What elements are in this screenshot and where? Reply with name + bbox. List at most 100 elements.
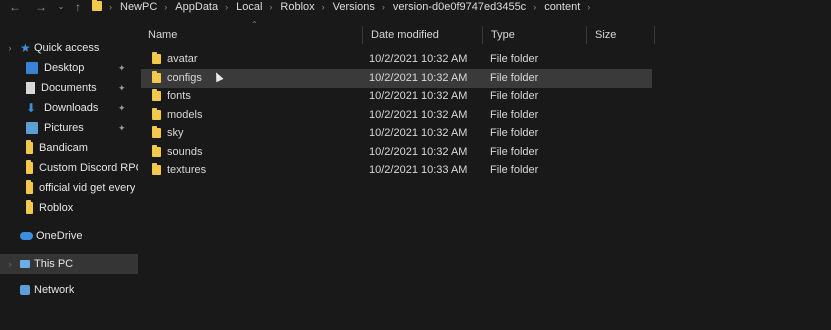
breadcrumb-separator-icon[interactable]: › [582,2,596,12]
folder-icon [152,126,161,138]
file-row[interactable]: models 10/2/2021 10:32 AM File folder [141,106,652,125]
file-date-modified: 10/2/2021 10:32 AM [369,53,468,65]
file-type: File folder [490,164,539,176]
file-name: models [167,108,203,121]
column-header-size[interactable]: Size [587,26,655,44]
pin-icon[interactable]: ✦ [118,63,126,73]
nav-onedrive[interactable]: OneDrive [0,226,138,246]
file-name: avatar [167,53,198,65]
star-icon: ★ [20,41,31,55]
folder-icon [152,144,161,157]
folder-icon [26,180,33,194]
file-name: sky [167,127,184,139]
file-date-modified: 10/2/2021 10:32 AM [369,90,468,102]
file-row[interactable]: fonts 10/2/2021 10:32 AM File folder [141,87,652,106]
nav-network[interactable]: Network [0,280,138,300]
nav-label: Custom Discord RPC [39,162,138,174]
breadcrumb-separator-icon: › [109,2,112,12]
file-date-modified: 10/2/2021 10:32 AM [369,127,468,139]
file-name: configs [167,71,202,84]
nav-label: Network [34,284,75,296]
breadcrumb-item[interactable]: NewPC [118,1,159,13]
nav-item-official-vid[interactable]: official vid get every [26,178,138,198]
expand-chevron-icon[interactable]: › [0,43,20,53]
file-row[interactable]: textures 10/2/2021 10:33 AM File folder [141,161,652,180]
file-type: File folder [490,108,539,121]
recent-locations-chevron-icon[interactable]: ⌄ [55,0,67,14]
breadcrumb-separator-icon[interactable]: › [159,2,173,12]
nav-label: Pictures [44,122,84,134]
onedrive-cloud-icon [20,232,33,240]
column-header-type[interactable]: Type [483,26,587,44]
file-type: File folder [490,71,539,84]
folder-icon [26,140,33,154]
documents-icon [26,82,35,94]
pin-icon[interactable]: ✦ [118,83,126,93]
nav-label: official vid get every [39,182,136,194]
file-name: textures [167,164,207,176]
folder-icon [26,160,33,174]
address-bar: ← → ⌄ ↑ › NewPC › AppData › Local › Robl… [0,0,831,16]
breadcrumb-item[interactable]: version-d0e0f9747ed3455c [391,1,528,13]
breadcrumb-item[interactable]: Local [234,1,264,13]
folder-icon [152,52,161,64]
file-date-modified: 10/2/2021 10:32 AM [369,145,468,158]
forward-arrow-icon[interactable]: → [34,0,48,14]
file-date-modified: 10/2/2021 10:33 AM [369,164,468,176]
pin-icon[interactable]: ✦ [118,123,126,133]
back-arrow-icon[interactable]: ← [8,0,22,14]
folder-icon [152,107,161,120]
breadcrumb: › NewPC › AppData › Local › Roblox › Ver… [104,0,596,14]
nav-label: Quick access [34,42,100,54]
column-header-row: ⌃ Name Date modified Type Size [140,20,660,44]
file-type: File folder [490,145,539,158]
nav-item-custom-discord-rpc[interactable]: Custom Discord RPC [26,158,138,178]
network-icon [20,285,30,295]
file-date-modified: 10/2/2021 10:32 AM [369,108,468,121]
this-pc-icon [20,260,30,268]
breadcrumb-separator-icon[interactable]: › [220,2,234,12]
breadcrumb-item[interactable]: Versions [331,1,377,13]
expand-chevron-icon[interactable]: › [0,259,20,269]
breadcrumb-separator-icon[interactable]: › [264,2,278,12]
nav-item-bandicam[interactable]: Bandicam [26,138,138,158]
breadcrumb-item[interactable]: AppData [173,1,220,13]
breadcrumb-item[interactable]: content [542,1,582,13]
nav-quick-access[interactable]: › ★ Quick access [0,38,138,58]
file-row[interactable]: avatar 10/2/2021 10:32 AM File folder [141,50,652,69]
breadcrumb-separator-icon[interactable]: › [528,2,542,12]
folder-icon [152,89,161,101]
desktop-icon [26,62,38,74]
nav-label: This PC [34,258,74,270]
nav-label: Bandicam [39,142,88,154]
nav-item-roblox[interactable]: Roblox [26,198,138,218]
pictures-icon [26,122,38,134]
file-date-modified: 10/2/2021 10:32 AM [369,71,468,84]
folder-icon [152,70,161,83]
nav-this-pc[interactable]: › This PC [0,254,138,274]
downloads-icon: ⬇ [26,101,37,115]
breadcrumb-separator-icon[interactable]: › [377,2,391,12]
nav-label: OneDrive [36,230,83,242]
column-header-name[interactable]: Name [140,26,363,44]
file-type: File folder [490,90,539,102]
navigation-pane: › ★ Quick access Desktop Documents ⬇ Dow… [0,30,138,330]
up-arrow-icon[interactable]: ↑ [71,0,85,14]
file-name: fonts [167,90,191,102]
file-name: sounds [167,145,203,158]
file-type: File folder [490,53,539,65]
nav-label: Documents [41,82,97,94]
file-row[interactable]: sounds 10/2/2021 10:32 AM File folder [141,143,652,162]
folder-icon [26,200,33,214]
nav-label: Downloads [44,102,99,114]
folder-icon [152,163,161,175]
breadcrumb-item[interactable]: Roblox [278,1,316,13]
nav-label: Roblox [39,202,74,214]
pin-icon[interactable]: ✦ [118,103,126,113]
breadcrumb-separator-icon[interactable]: › [317,2,331,12]
file-type: File folder [490,127,539,139]
file-row[interactable]: sky 10/2/2021 10:32 AM File folder [141,124,652,143]
column-header-date-modified[interactable]: Date modified [363,26,483,44]
location-folder-icon [92,0,102,11]
nav-label: Desktop [44,62,85,74]
